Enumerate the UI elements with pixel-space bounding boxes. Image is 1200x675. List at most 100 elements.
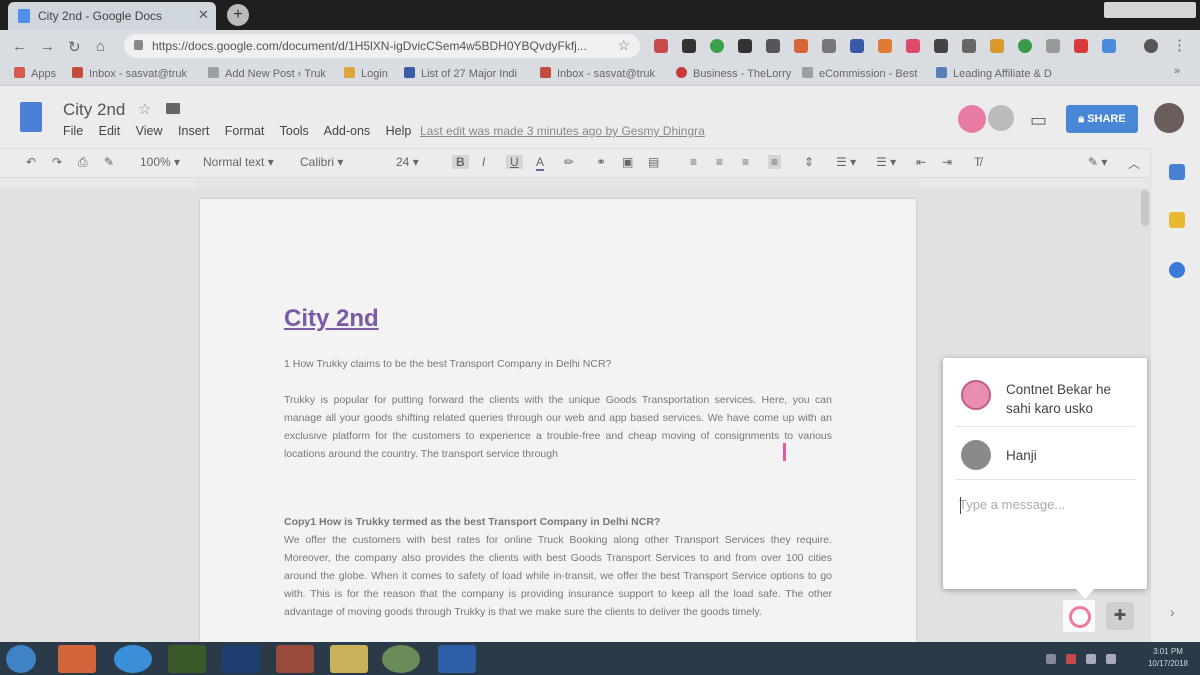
expand-panel-icon[interactable]: › — [1170, 604, 1175, 620]
italic-icon[interactable]: I — [482, 155, 485, 169]
clear-formatting-icon[interactable]: T̸ — [974, 155, 981, 169]
bold-icon[interactable]: B — [452, 155, 469, 169]
extension-icon[interactable] — [1046, 39, 1060, 53]
powerpoint-icon[interactable] — [58, 645, 96, 673]
increase-indent-icon[interactable]: ⇥ — [942, 155, 952, 169]
network-icon[interactable] — [1086, 654, 1096, 664]
profile-avatar[interactable] — [1144, 39, 1158, 53]
image-icon[interactable]: ▤ — [648, 155, 659, 169]
menu-help[interactable]: Help — [386, 124, 412, 138]
browser-menu-icon[interactable]: ⋮ — [1172, 36, 1187, 54]
bookmarks-overflow-icon[interactable]: » — [1174, 65, 1180, 77]
volume-icon[interactable] — [1106, 654, 1116, 664]
bookmark-star-icon[interactable]: ☆ — [617, 37, 630, 54]
chat-launcher-button[interactable] — [1063, 600, 1095, 632]
account-avatar[interactable] — [1154, 103, 1184, 133]
menu-addons[interactable]: Add-ons — [324, 124, 371, 138]
bookmark-item[interactable]: Business - TheLorry — [676, 67, 791, 80]
address-bar[interactable]: https://docs.google.com/document/d/1H5lX… — [124, 34, 640, 58]
tray-icon[interactable] — [1066, 654, 1076, 664]
extension-icon[interactable] — [1102, 39, 1116, 53]
bookmark-item[interactable]: Apps — [14, 67, 56, 80]
numbered-list-icon[interactable]: ☰ ▾ — [836, 155, 856, 169]
terminal-icon[interactable] — [168, 645, 206, 673]
calendar-icon[interactable] — [1169, 164, 1185, 180]
system-clock[interactable]: 3:01 PM 10/17/2018 — [1140, 646, 1196, 670]
forward-icon[interactable]: → — [40, 38, 55, 55]
close-tab-icon[interactable]: ✕ — [198, 7, 209, 23]
justify-icon[interactable]: ≡ — [768, 155, 782, 169]
docs-home-icon[interactable] — [20, 102, 42, 132]
comments-icon[interactable]: ▭ — [1030, 110, 1047, 131]
extension-icon[interactable] — [850, 39, 864, 53]
extension-icon[interactable] — [1074, 39, 1088, 53]
chrome-icon[interactable] — [382, 645, 420, 673]
document-title[interactable]: City 2nd — [63, 100, 125, 120]
extension-icon[interactable] — [878, 39, 892, 53]
menu-file[interactable]: File — [63, 124, 83, 138]
extension-icon[interactable] — [794, 39, 808, 53]
extension-icon[interactable] — [990, 39, 1004, 53]
extension-icon[interactable] — [906, 39, 920, 53]
new-tab-button[interactable]: + — [227, 4, 249, 26]
extension-icon[interactable] — [934, 39, 948, 53]
collaborator-avatar[interactable] — [988, 105, 1014, 131]
font-size-select[interactable]: 24 ▾ — [396, 155, 419, 169]
document-page[interactable]: City 2nd 1 How Trukky claims to be the b… — [200, 199, 916, 669]
back-icon[interactable]: ← — [12, 38, 27, 55]
text-color-icon[interactable]: A — [536, 155, 545, 171]
explore-button[interactable]: ✚ — [1106, 602, 1134, 630]
menu-insert[interactable]: Insert — [178, 124, 209, 138]
tasks-icon[interactable] — [1169, 262, 1185, 278]
star-icon[interactable]: ☆ — [138, 100, 151, 118]
paint-icon[interactable] — [276, 645, 314, 673]
keep-icon[interactable] — [1169, 212, 1185, 228]
browser-tab[interactable]: City 2nd - Google Docs ✕ — [8, 2, 216, 30]
comment-icon[interactable]: ▣ — [622, 155, 633, 169]
start-orb-icon[interactable] — [6, 645, 36, 673]
redo-icon[interactable]: ↷ — [52, 155, 62, 169]
zoom-select[interactable]: 100% ▾ — [140, 155, 180, 169]
bookmark-item[interactable]: eCommission - Best — [802, 67, 917, 80]
style-select[interactable]: Normal text ▾ — [203, 155, 274, 169]
decrease-indent-icon[interactable]: ⇤ — [916, 155, 926, 169]
file-explorer-icon[interactable] — [330, 645, 368, 673]
home-icon[interactable]: ⌂ — [96, 38, 105, 55]
menu-view[interactable]: View — [136, 124, 163, 138]
menu-edit[interactable]: Edit — [99, 124, 121, 138]
extension-icon[interactable] — [766, 39, 780, 53]
photoshop-icon[interactable] — [222, 645, 260, 673]
bookmark-item[interactable]: Inbox - sasvat@truk — [72, 67, 187, 80]
message-input[interactable] — [959, 492, 1135, 516]
extension-icon[interactable] — [738, 39, 752, 53]
internet-explorer-icon[interactable] — [114, 645, 152, 673]
bulleted-list-icon[interactable]: ☰ ▾ — [876, 155, 896, 169]
tray-expand-icon[interactable] — [1046, 654, 1056, 664]
folder-icon[interactable] — [166, 103, 180, 114]
last-edit-link[interactable]: Last edit was made 3 minutes ago by Gesm… — [420, 124, 705, 138]
window-controls[interactable] — [1104, 2, 1196, 18]
extension-icon[interactable] — [654, 39, 668, 53]
collapse-toolbar-icon[interactable]: ︿ — [1128, 155, 1140, 172]
bookmark-item[interactable]: Login — [344, 67, 388, 80]
underline-icon[interactable]: U — [506, 155, 523, 169]
align-center-icon[interactable]: ≡ — [716, 155, 723, 169]
collaborator-avatar[interactable] — [958, 105, 986, 133]
align-left-icon[interactable]: ≡ — [690, 155, 697, 169]
word-icon[interactable] — [438, 645, 476, 673]
extension-icon[interactable] — [710, 39, 724, 53]
undo-icon[interactable]: ↶ — [26, 155, 36, 169]
editing-mode-icon[interactable]: ✎ ▾ — [1088, 155, 1107, 169]
highlight-icon[interactable]: ✏ — [564, 155, 574, 169]
menu-tools[interactable]: Tools — [280, 124, 309, 138]
menu-format[interactable]: Format — [225, 124, 265, 138]
line-spacing-icon[interactable]: ⇕ — [804, 155, 814, 169]
bookmark-item[interactable]: List of 27 Major Indi — [404, 67, 517, 80]
bookmark-item[interactable]: Inbox - sasvat@truk — [540, 67, 655, 80]
extension-icon[interactable] — [962, 39, 976, 53]
paint-format-icon[interactable]: ✎ — [104, 155, 114, 169]
share-button[interactable]: 🔒︎ SHARE — [1066, 105, 1138, 133]
extension-icon[interactable] — [682, 39, 696, 53]
link-icon[interactable]: ⚭ — [596, 155, 606, 169]
bookmark-item[interactable]: Add New Post ‹ Truk — [208, 67, 326, 80]
